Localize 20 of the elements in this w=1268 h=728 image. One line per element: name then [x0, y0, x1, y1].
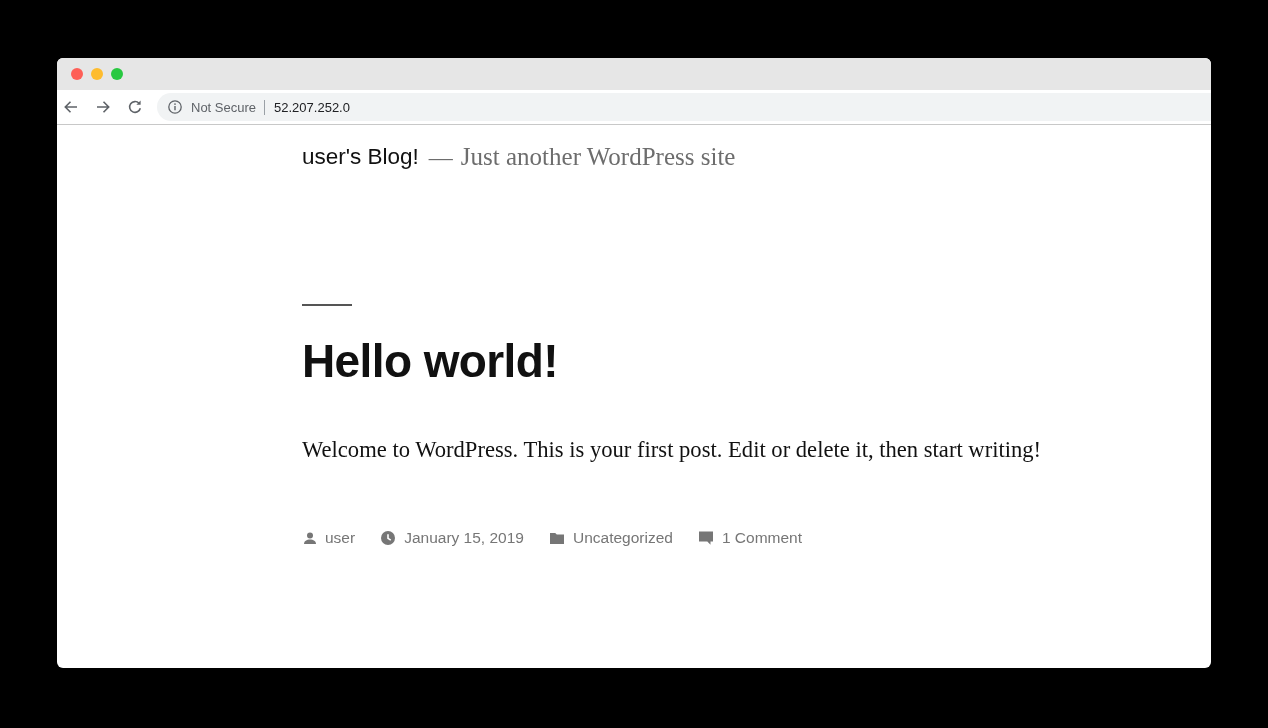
post-body-text: Welcome to WordPress. This is your first post. Edit or delete it, then start writing!: [302, 436, 1042, 464]
post-title: Hello world!: [302, 334, 559, 389]
separator-dash: —: [428, 143, 453, 171]
reload-icon[interactable]: [127, 99, 143, 115]
clock-icon: [381, 531, 396, 545]
person-icon: [304, 532, 316, 544]
url-text[interactable]: 52.207.252.0: [265, 99, 350, 115]
site-title-link[interactable]: user's Blog!: [302, 144, 419, 170]
forward-icon[interactable]: [95, 99, 111, 115]
date-link[interactable]: January 15, 2019: [404, 527, 524, 549]
site-tagline: Just another WordPress site: [460, 143, 736, 171]
security-label[interactable]: Not Secure: [191, 99, 266, 115]
back-icon[interactable]: [63, 99, 79, 115]
folder-icon: [549, 532, 564, 544]
info-icon[interactable]: [168, 100, 182, 114]
author-link[interactable]: user: [325, 527, 356, 549]
category-link[interactable]: Uncategorized: [572, 527, 673, 549]
comments-link[interactable]: 1 Comment: [721, 527, 803, 549]
address-bar[interactable]: Not Secure 52.207.252.0: [157, 93, 1211, 121]
speech-bubble-icon: [698, 531, 713, 545]
